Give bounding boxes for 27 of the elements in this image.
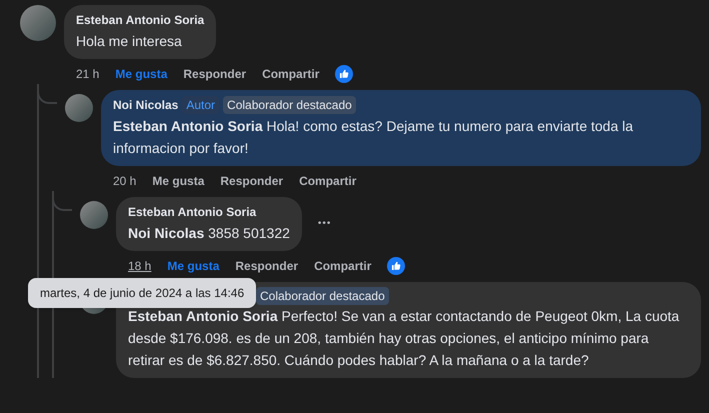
contributor-badge: Colaborador destacado xyxy=(256,287,389,305)
comment-text: Esteban Antonio Soria Perfecto! Se van a estar contactando de Peugeot 0km, La cuota desde $176.098. es de un 208, también hay otras opciones, el anticipo mínimo para retirar es de $6.827.850. Cuándo podes hablar? A la mañana o a la tarde? xyxy=(128,307,680,370)
comment-text: Noi Nicolas 3858 501322 xyxy=(128,224,290,243)
author-name[interactable]: Noi Nicolas xyxy=(113,95,178,115)
avatar[interactable] xyxy=(80,201,108,229)
author-name[interactable]: Esteban Antonio Soria xyxy=(76,10,204,30)
comment-text: Hola me interesa xyxy=(76,32,183,51)
timestamp[interactable]: 21 h xyxy=(76,64,100,84)
action-link[interactable]: Compartir xyxy=(299,171,356,191)
action-link[interactable]: Compartir xyxy=(262,64,320,84)
more-options-icon[interactable]: ••• xyxy=(318,219,332,229)
avatar[interactable] xyxy=(65,94,93,122)
timestamp[interactable]: 18 h xyxy=(128,256,152,276)
date-tooltip: martes, 4 de junio de 2024 a las 14:46 xyxy=(28,278,256,308)
avatar[interactable] xyxy=(20,5,56,41)
like-link[interactable]: Me gusta xyxy=(115,64,168,84)
action-link[interactable]: Responder xyxy=(235,256,298,276)
comment-text: Esteban Antonio Soria Hola! como estas? Dejame tu numero para enviarte toda la informacion por favor! xyxy=(113,117,634,158)
author-name[interactable]: Esteban Antonio Soria xyxy=(128,202,256,222)
contributor-badge: Colaborador destacado xyxy=(223,96,356,114)
like-link[interactable]: Me gusta xyxy=(167,256,220,276)
action-link[interactable]: Responder xyxy=(183,64,246,84)
author-badge: Autor xyxy=(182,96,220,114)
like-link[interactable]: Me gusta xyxy=(152,171,204,191)
action-link[interactable]: Compartir xyxy=(314,256,372,276)
timestamp[interactable]: 20 h xyxy=(113,171,136,191)
action-link[interactable]: Responder xyxy=(220,171,284,191)
